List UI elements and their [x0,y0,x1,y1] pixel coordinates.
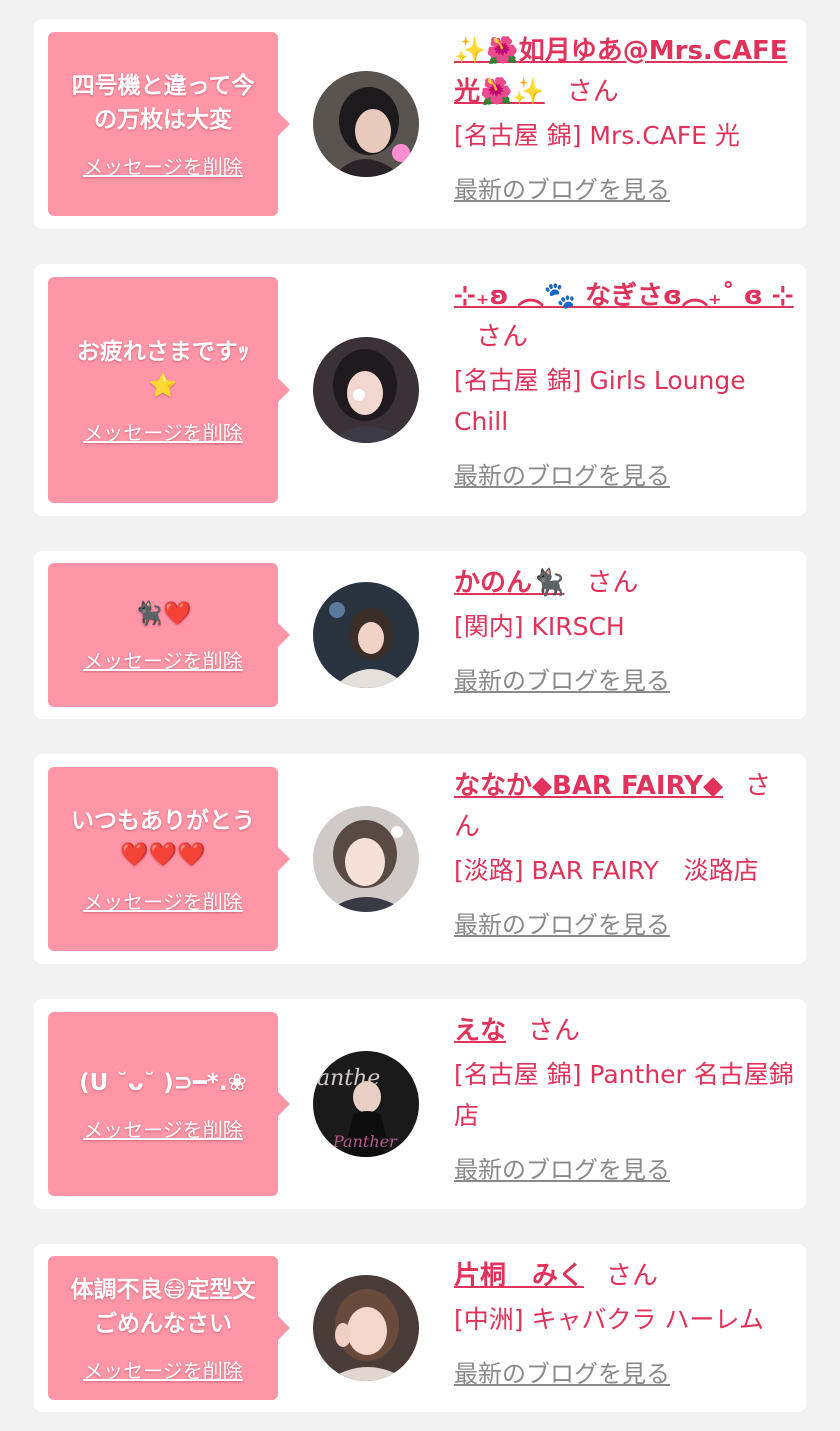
message-text: (U ˘ᴗ˘ )⊃━*.❀ [79,1069,247,1096]
honorific-label: さん [476,322,529,352]
sender-name-line: 片桐 みく さん [454,1256,794,1297]
honorific-label: さん [528,1016,581,1046]
latest-blog-link[interactable]: 最新のブログを見る [454,170,670,205]
avatar[interactable] [313,337,419,443]
avatar[interactable] [313,806,419,912]
message-card: (U ˘ᴗ˘ )⊃━*.❀ メッセージを削除 anthe Panther えなさ… [34,999,806,1209]
latest-blog-link[interactable]: 最新のブログを見る [454,1150,670,1185]
message-list: 四号機と違って今 の万枚は大変 メッセージを削除 ✨🌺如月ゆあ@Mrs.CAFE… [0,0,840,1431]
latest-blog-link[interactable]: 最新のブログを見る [454,905,670,940]
message-text: お疲れさまですｯ ⭐ [76,338,250,399]
message-bubble: 🐈‍⬛❤️ メッセージを削除 [48,563,290,707]
sender-name-link[interactable]: かのん🐈‍⬛ [454,568,564,598]
avatar[interactable] [313,582,419,688]
message-card: 四号機と違って今 の万枚は大変 メッセージを削除 ✨🌺如月ゆあ@Mrs.CAFE… [34,19,806,229]
message-bubble: (U ˘ᴗ˘ )⊃━*.❀ メッセージを削除 [48,1012,290,1196]
message-card: お疲れさまですｯ ⭐ メッセージを削除 ⊹₊ʚ ︵🐾 なぎさɞ︵₊˚ ɞ ⊹ さん… [34,264,806,516]
sender-name-line: ⊹₊ʚ ︵🐾 なぎさɞ︵₊˚ ɞ ⊹ さん [454,276,794,358]
message-card: 体調不良😷定型文 ごめんなさい メッセージを削除 片桐 みく さん [中洲] キャ… [34,1244,806,1412]
message-text: 四号機と違って今 の万枚は大変 [71,72,255,133]
shop-label: [名古屋 錦] Mrs.CAFE 光 [454,121,740,150]
avatar[interactable] [313,71,419,177]
avatar[interactable]: anthe Panther [313,1051,419,1157]
delete-message-link[interactable]: メッセージを削除 [83,1355,243,1384]
delete-message-link[interactable]: メッセージを削除 [83,151,243,180]
delete-message-link[interactable]: メッセージを削除 [83,1114,243,1143]
honorific-label: さん [606,1261,659,1291]
shop-label: [関内] KIRSCH [454,612,625,641]
sender-name-link[interactable]: ✨🌺如月ゆあ@Mrs.CAFE光🌺✨ [454,36,788,107]
sender-name-link[interactable]: ななか◆BAR FAIRY◆ [454,771,723,801]
sender-name-link[interactable]: えな [454,1016,506,1046]
message-text: 🐈‍⬛❤️ [134,600,192,627]
sender-name-line: えな さん [454,1011,794,1052]
svg-text:Panther: Panther [332,1132,398,1151]
honorific-label: さん [566,77,619,107]
shop-label: [名古屋 錦] Girls Lounge Chill [454,366,746,436]
shop-label: [淡路] BAR FAIRY 淡路店 [454,856,759,885]
shop-label: [中洲] キャバクラ ハーレム [454,1305,764,1334]
latest-blog-link[interactable]: 最新のブログを見る [454,1354,670,1389]
delete-message-link[interactable]: メッセージを削除 [83,886,243,915]
avatar[interactable] [313,1275,419,1381]
message-text: 体調不良😷定型文 ごめんなさい [70,1276,256,1337]
message-card: 🐈‍⬛❤️ メッセージを削除 かのん🐈‍⬛ さん [関内] KIRSCH 最新のブ… [34,551,806,719]
message-bubble: 四号機と違って今 の万枚は大変 メッセージを削除 [48,32,290,216]
delete-message-link[interactable]: メッセージを削除 [83,645,243,674]
sender-name-link[interactable]: 片桐 みく [454,1261,584,1291]
delete-message-link[interactable]: メッセージを削除 [83,417,243,446]
message-bubble: お疲れさまですｯ ⭐ メッセージを削除 [48,277,290,503]
sender-name-line: ✨🌺如月ゆあ@Mrs.CAFE光🌺✨ さん [454,31,794,113]
honorific-label: さん [586,568,639,598]
message-bubble: 体調不良😷定型文 ごめんなさい メッセージを削除 [48,1256,290,1400]
latest-blog-link[interactable]: 最新のブログを見る [454,456,670,491]
message-text: いつもありがとう ❤️❤️❤️ [71,807,255,868]
sender-name-line: かのん🐈‍⬛ さん [454,563,794,604]
message-card: いつもありがとう ❤️❤️❤️ メッセージを削除 ななか◆BAR FAIRY◆ さ… [34,754,806,964]
message-bubble: いつもありがとう ❤️❤️❤️ メッセージを削除 [48,767,290,951]
sender-name-line: ななか◆BAR FAIRY◆ さん [454,766,794,848]
sender-name-link[interactable]: ⊹₊ʚ ︵🐾 なぎさɞ︵₊˚ ɞ ⊹ [454,281,794,311]
shop-label: [名古屋 錦] Panther 名古屋錦店 [454,1060,794,1130]
latest-blog-link[interactable]: 最新のブログを見る [454,661,670,696]
